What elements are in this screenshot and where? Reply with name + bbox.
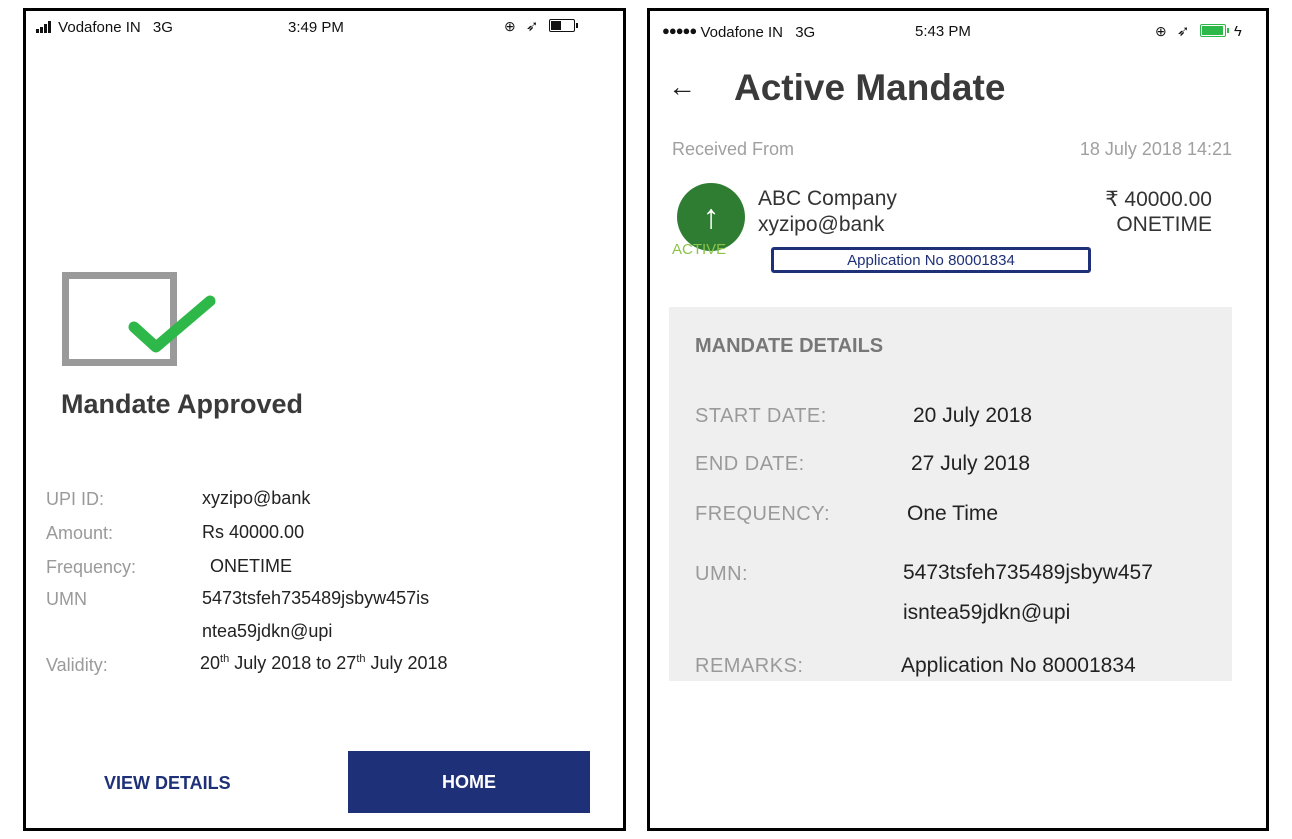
end-date-label: END DATE: [695,453,805,475]
status-icons: ⊕ ➶ [504,17,578,35]
end-date-value: 27 July 2018 [911,452,1031,475]
location-arrow-icon: ➶ [1176,23,1190,40]
umn-value-line2: ntea59jdkn@upi [202,621,333,641]
check-mark-icon [128,295,216,353]
network-label: 3G [152,19,173,36]
orientation-lock-icon: ⊕ [504,18,516,34]
status-icons: ⊕ ➶ ϟ [1155,22,1242,40]
umn-label: UMN: [695,563,749,585]
status-bar: ●●●●● Vodafone IN 3G [662,23,815,41]
mandate-details-panel: MANDATE DETAILS START DATE: 20 July 2018… [669,307,1232,681]
page-title: Mandate Approved [61,389,304,419]
network-label: 3G [795,24,816,41]
umn-label: UMN [46,589,87,609]
mandate-frequency: ONETIME [1116,213,1212,236]
page-title: Active Mandate [734,67,1006,108]
amount-label: Amount: [46,523,114,543]
frequency-label: FREQUENCY: [695,503,831,525]
payee-name: ABC Company [758,187,897,210]
payee-upi: xyzipo@bank [758,213,885,236]
remarks-label: REMARKS: [695,655,804,677]
details-title: MANDATE DETAILS [695,335,884,357]
start-date-value: 20 July 2018 [913,404,1033,427]
mandate-approved-screen: Vodafone IN 3G 3:49 PM ⊕ ➶ Mandate Appro… [23,8,626,831]
frequency-value: One Time [907,502,999,525]
application-number-box: Application No 80001834 [771,247,1091,273]
charging-icon: ϟ [1233,23,1242,40]
frequency-label: Frequency: [46,557,137,577]
status-bar: Vodafone IN 3G [36,19,173,36]
battery-icon [1199,24,1229,37]
back-arrow-icon[interactable]: ← [668,71,696,103]
active-mandate-screen: ●●●●● Vodafone IN 3G 5:43 PM ⊕ ➶ ϟ ← Act… [647,8,1269,831]
status-time: 3:49 PM [288,19,344,36]
home-button[interactable]: HOME [348,751,590,813]
status-time: 5:43 PM [915,23,971,40]
umn-value-line2: isntea59jdkn@upi [903,601,1071,624]
start-date-label: START DATE: [695,405,827,427]
mandate-amount: ₹ 40000.00 [1105,188,1212,211]
status-badge: ACTIVE [672,241,727,258]
signal-icon [36,21,54,33]
carrier-label: Vodafone IN [700,24,784,41]
view-details-button[interactable]: VIEW DETAILS [104,773,231,794]
received-datetime: 18 July 2018 14:21 [1079,139,1232,159]
umn-value-line1: 5473tsfeh735489jsbyw457is [202,588,430,608]
location-arrow-icon: ➶ [525,18,539,35]
remarks-value: Application No 80001834 [901,654,1136,677]
signal-dots-icon: ●●●●● [662,23,697,38]
frequency-value: ONETIME [210,556,293,576]
battery-icon [548,19,578,32]
amount-value: Rs 40000.00 [202,522,305,542]
upi-id-value: xyzipo@bank [202,488,311,508]
upi-id-label: UPI ID: [46,489,105,509]
validity-label: Validity: [46,655,108,675]
umn-value-line1: 5473tsfeh735489jsbyw457 [903,561,1153,584]
orientation-lock-icon: ⊕ [1155,23,1167,39]
received-from-label: Received From [672,139,795,159]
carrier-label: Vodafone IN [58,19,141,36]
validity-value: 20th July 2018 to 27th July 2018 [200,653,448,673]
